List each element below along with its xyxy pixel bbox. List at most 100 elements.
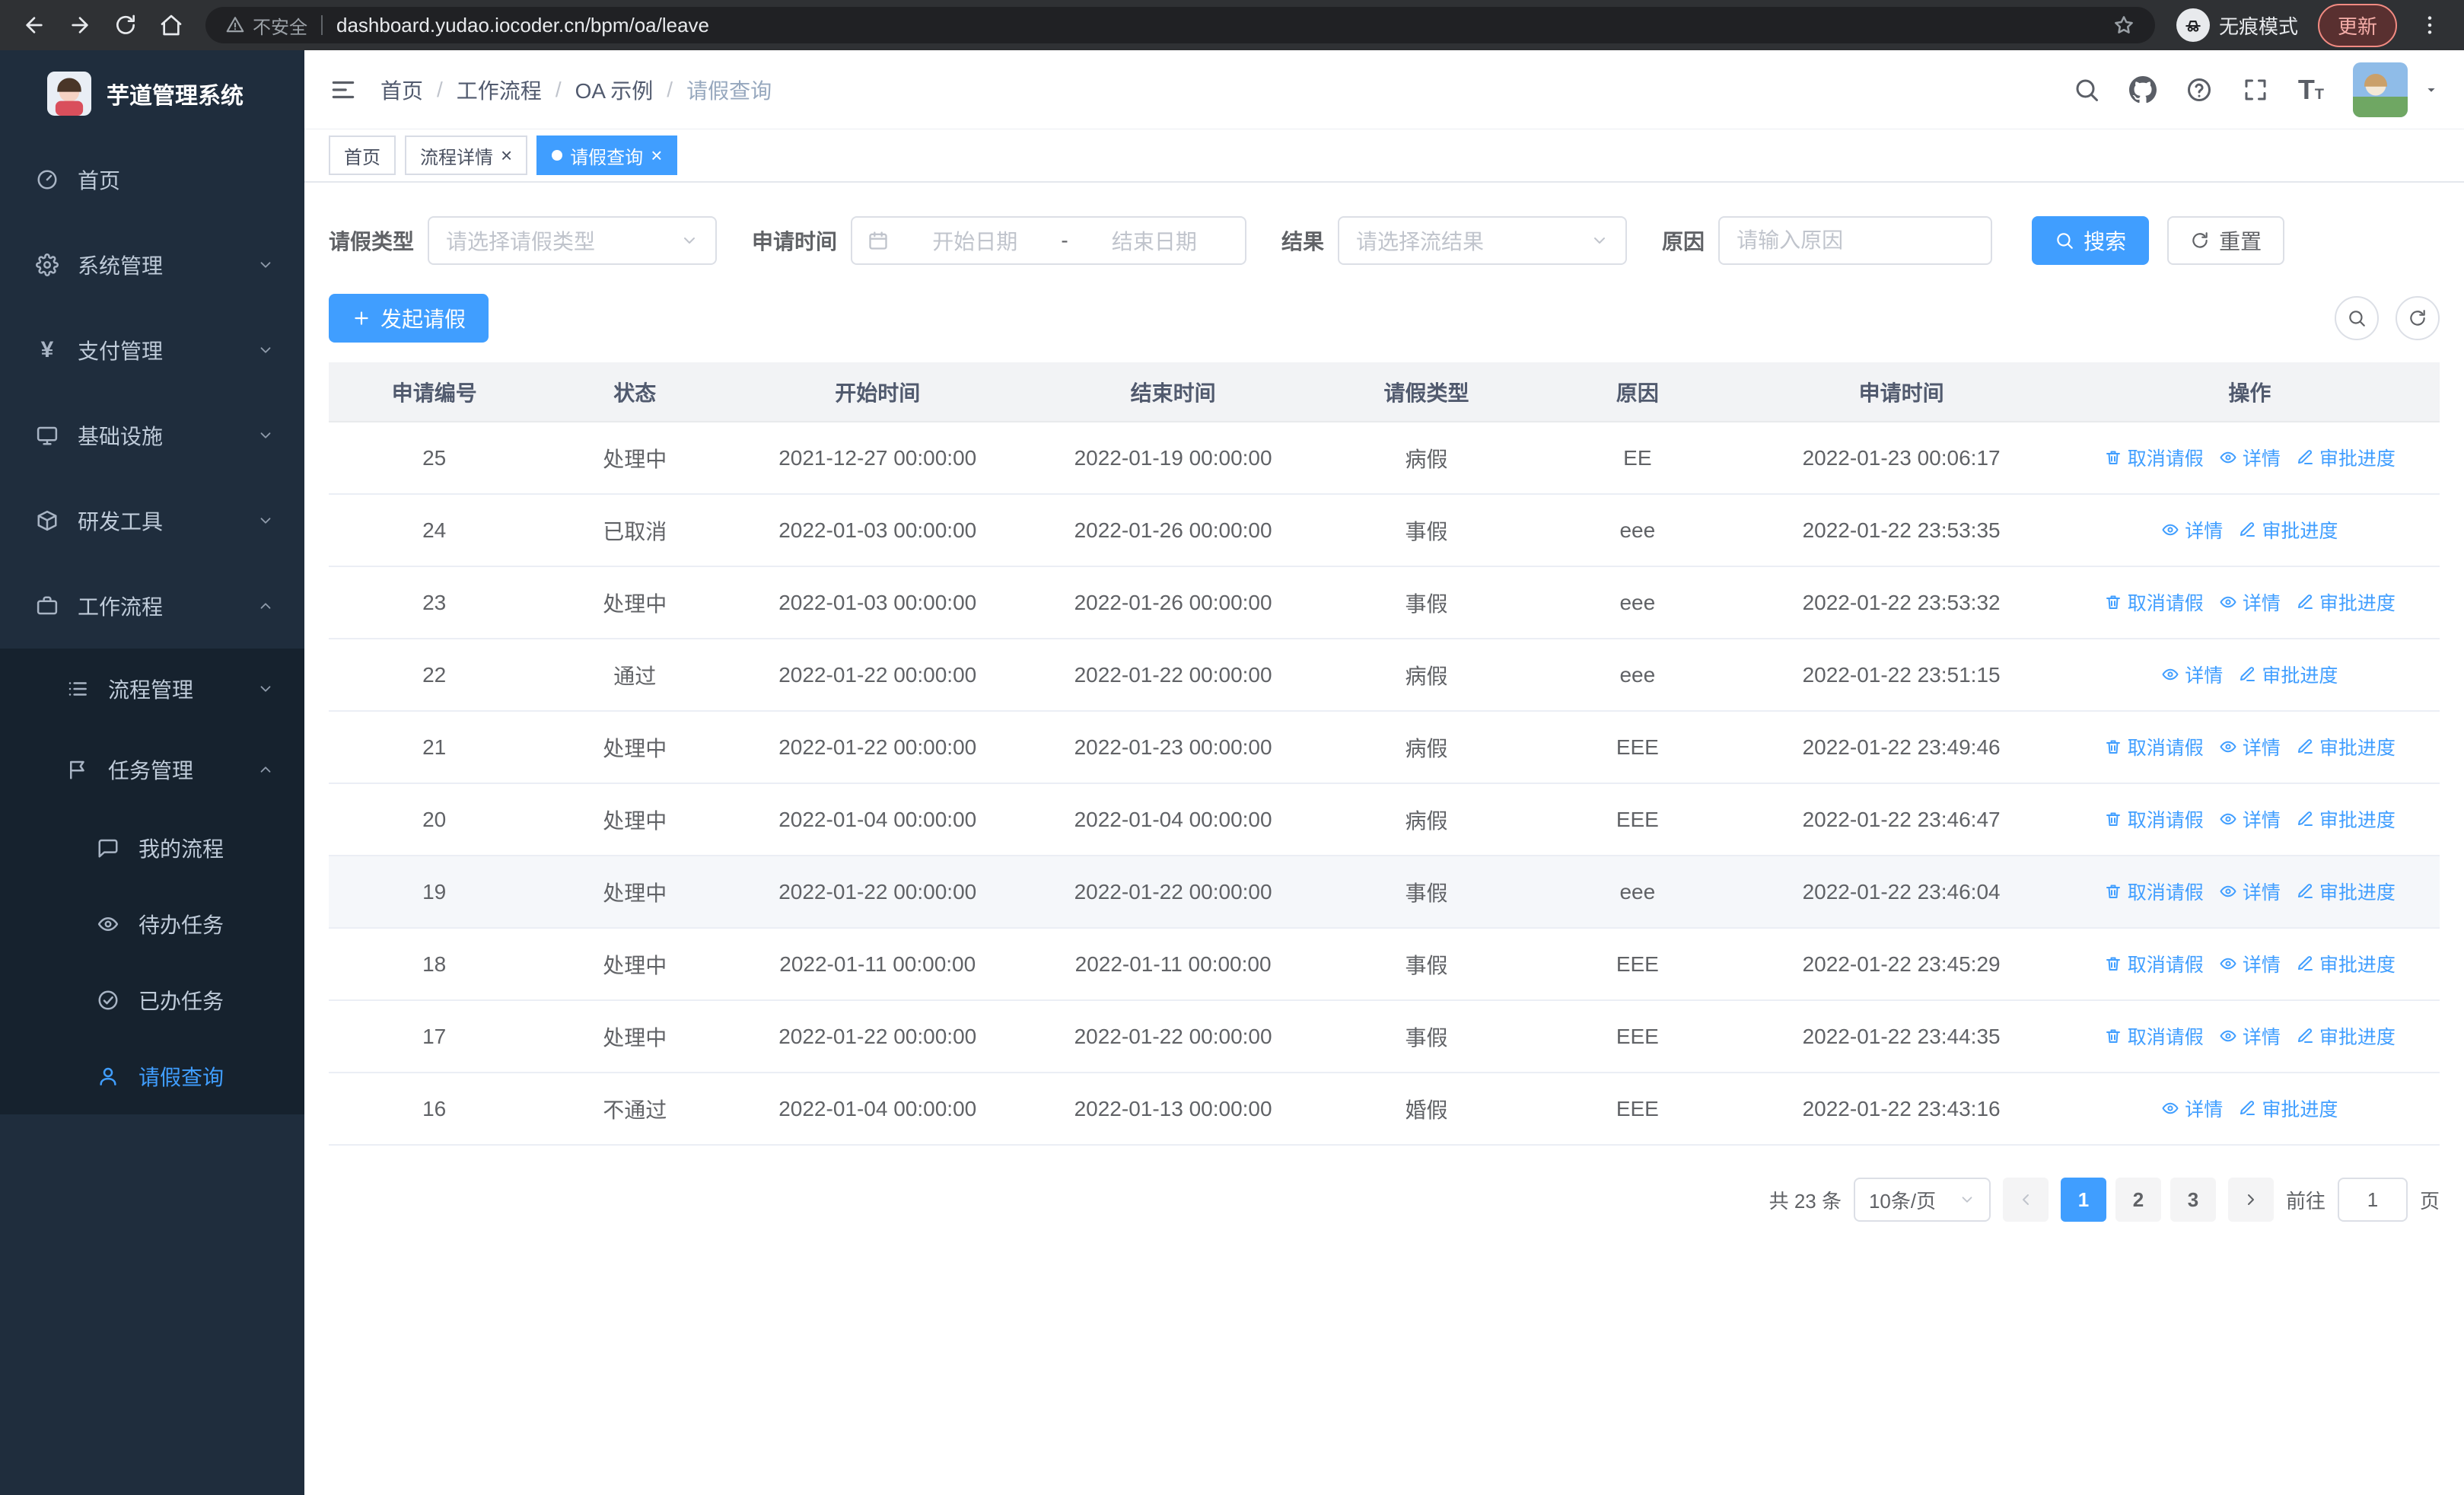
table-row: 23 处理中 2022-01-03 00:00:00 2022-01-26 00:00… (329, 566, 2440, 639)
close-icon[interactable]: × (651, 145, 662, 165)
home-icon[interactable] (151, 5, 192, 46)
column-header: 开始时间 (730, 362, 1026, 422)
update-button[interactable]: 更新 (2317, 3, 2397, 47)
reason-input[interactable] (1718, 216, 1993, 265)
sidebar-item-infrastructure[interactable]: 基础设施 (0, 393, 304, 478)
avatar-caret-icon[interactable] (2423, 81, 2440, 98)
search-icon[interactable] (2073, 76, 2100, 104)
cell-status: 处理中 (540, 566, 731, 639)
chevron-left-icon (2017, 1191, 2035, 1209)
browser-menu-icon[interactable] (2409, 5, 2450, 46)
eye-icon (2219, 882, 2237, 901)
approval-progress-link[interactable]: 审批进度 (2296, 878, 2396, 905)
search-button[interactable]: 搜索 (2032, 216, 2150, 265)
page-button-1[interactable]: 1 (2060, 1178, 2106, 1222)
sidebar-toggle-icon[interactable] (329, 75, 358, 104)
page-content: 请假类型 请选择请假类型 申请时间 开始日期 - 结束日期 结果 请选择流结果 … (304, 183, 2464, 1495)
plus-icon (352, 308, 371, 328)
table-toolbar: 发起请假 (329, 294, 2440, 343)
approval-progress-link[interactable]: 审批进度 (2238, 661, 2338, 688)
approval-progress-link[interactable]: 审批进度 (2296, 1022, 2396, 1050)
breadcrumb-item[interactable]: OA 示例 (575, 75, 654, 105)
detail-link[interactable]: 详情 (2219, 733, 2281, 760)
action-label: 取消请假 (2127, 810, 2204, 831)
goto-page-input[interactable] (2337, 1178, 2408, 1222)
security-chip[interactable]: 不安全 (225, 12, 307, 39)
chevron-down-icon (1590, 231, 1609, 250)
tags-view: 首页 流程详情 × 请假查询 × (304, 129, 2464, 183)
prev-page-button[interactable] (2002, 1178, 2049, 1222)
sidebar-item-leave-query[interactable]: 请假查询 (0, 1038, 304, 1114)
detail-link[interactable]: 详情 (2219, 588, 2281, 616)
detail-link[interactable]: 详情 (2161, 661, 2223, 688)
back-icon[interactable] (14, 5, 55, 46)
detail-link[interactable]: 详情 (2219, 1022, 2281, 1050)
forward-icon[interactable] (59, 5, 100, 46)
detail-link[interactable]: 详情 (2219, 950, 2281, 977)
sidebar-item-label: 工作流程 (78, 595, 164, 619)
sidebar-item-system[interactable]: 系统管理 (0, 222, 304, 308)
sidebar-item-payment[interactable]: ¥ 支付管理 (0, 308, 304, 393)
apply-time-range[interactable]: 开始日期 - 结束日期 (851, 216, 1247, 265)
result-select[interactable]: 请选择流结果 (1338, 216, 1628, 265)
cell-leave-type: 病假 (1320, 711, 1533, 784)
font-size-icon[interactable]: TT (2298, 75, 2324, 104)
sidebar-item-task-mgmt[interactable]: 任务管理 (0, 729, 304, 810)
sidebar-item-process-mgmt[interactable]: 流程管理 (0, 649, 304, 729)
cancel-leave-link[interactable]: 取消请假 (2104, 878, 2204, 905)
question-icon[interactable] (2185, 76, 2213, 104)
cancel-leave-link[interactable]: 取消请假 (2104, 444, 2204, 471)
detail-link[interactable]: 详情 (2161, 516, 2223, 543)
detail-link[interactable]: 详情 (2219, 805, 2281, 833)
approval-progress-link[interactable]: 审批进度 (2296, 588, 2396, 616)
cell-id: 19 (329, 856, 540, 929)
chevron-up-icon (257, 761, 274, 778)
address-bar[interactable]: 不安全 dashboard.yudao.iocoder.cn/bpm/oa/le… (205, 7, 2155, 43)
sidebar-item-home[interactable]: 首页 (0, 137, 304, 222)
reset-button[interactable]: 重置 (2167, 216, 2285, 265)
page-button-2[interactable]: 2 (2115, 1178, 2161, 1222)
detail-link[interactable]: 详情 (2219, 444, 2281, 471)
next-page-button[interactable] (2227, 1178, 2274, 1222)
cancel-leave-link[interactable]: 取消请假 (2104, 950, 2204, 977)
approval-progress-link[interactable]: 审批进度 (2296, 733, 2396, 760)
breadcrumb-item[interactable]: 工作流程 (457, 75, 542, 105)
sidebar-item-devtools[interactable]: 研发工具 (0, 478, 304, 563)
approval-progress-link[interactable]: 审批进度 (2296, 444, 2396, 471)
sidebar-item-todo-task[interactable]: 待办任务 (0, 886, 304, 962)
approval-progress-link[interactable]: 审批进度 (2296, 805, 2396, 833)
reload-icon[interactable] (105, 5, 146, 46)
arrow-right-icon (68, 13, 92, 37)
approval-progress-link[interactable]: 审批进度 (2296, 950, 2396, 977)
leave-type-select[interactable]: 请选择请假类型 (428, 216, 718, 265)
approval-progress-link[interactable]: 审批进度 (2238, 516, 2338, 543)
search-button-label: 搜索 (2084, 230, 2127, 253)
close-icon[interactable]: × (501, 145, 512, 165)
app-logo[interactable]: 芋道管理系统 (0, 50, 304, 137)
sidebar-item-workflow[interactable]: 工作流程 (0, 563, 304, 649)
create-leave-button[interactable]: 发起请假 (329, 294, 489, 343)
toggle-search-button[interactable] (2335, 296, 2379, 340)
user-avatar[interactable] (2353, 62, 2408, 117)
tab-process-detail[interactable]: 流程详情 × (405, 135, 528, 175)
cancel-leave-link[interactable]: 取消请假 (2104, 733, 2204, 760)
page-size-select[interactable]: 10条/页 (1853, 1178, 1991, 1222)
detail-link[interactable]: 详情 (2161, 1095, 2223, 1122)
breadcrumb-item[interactable]: 首页 (380, 75, 423, 105)
cancel-leave-link[interactable]: 取消请假 (2104, 1022, 2204, 1050)
page-button-3[interactable]: 3 (2170, 1178, 2216, 1222)
edit-icon (2296, 593, 2314, 611)
eye-icon (2219, 738, 2237, 756)
cancel-leave-link[interactable]: 取消请假 (2104, 805, 2204, 833)
cancel-leave-link[interactable]: 取消请假 (2104, 588, 2204, 616)
fullscreen-icon[interactable] (2242, 76, 2269, 104)
tab-home[interactable]: 首页 (329, 135, 396, 175)
tab-leave-query[interactable]: 请假查询 × (536, 135, 678, 175)
detail-link[interactable]: 详情 (2219, 878, 2281, 905)
refresh-table-button[interactable] (2396, 296, 2440, 340)
approval-progress-link[interactable]: 审批进度 (2238, 1095, 2338, 1122)
github-icon[interactable] (2128, 75, 2157, 104)
sidebar-item-my-process[interactable]: 我的流程 (0, 810, 304, 886)
bookmark-star-icon[interactable] (2112, 14, 2135, 37)
sidebar-item-done-task[interactable]: 已办任务 (0, 962, 304, 1038)
